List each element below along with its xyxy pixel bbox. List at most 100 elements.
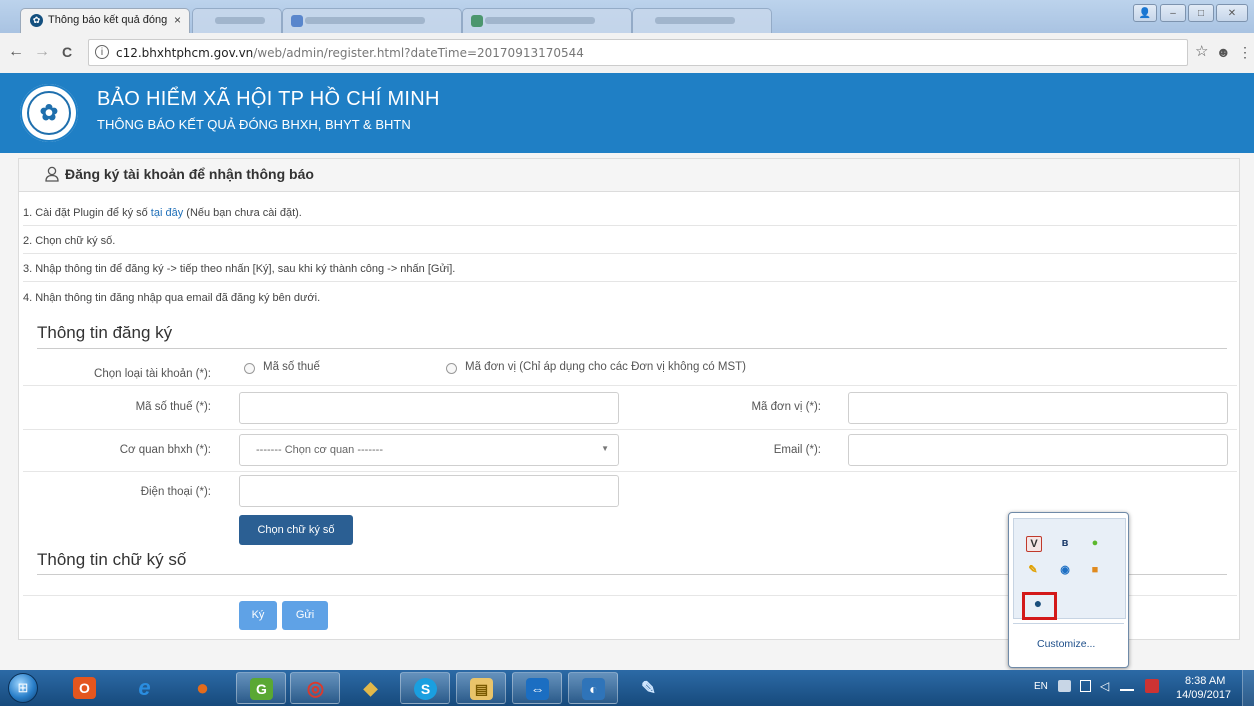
taskbar-firefox[interactable]: ● bbox=[178, 672, 228, 704]
minimize-button[interactable]: – bbox=[1160, 4, 1186, 22]
taskbar-office[interactable]: O bbox=[60, 672, 110, 704]
bluetooth-icon[interactable]: ʙ bbox=[1058, 536, 1072, 550]
tab-background-4[interactable] bbox=[632, 8, 772, 33]
unit-code-input[interactable] bbox=[848, 392, 1228, 424]
teamviewer-icon: ⇔ bbox=[526, 678, 549, 700]
step-4: 4. Nhận thông tin đăng nhập qua email đã… bbox=[23, 292, 321, 304]
phone-label: Điện thoại (*): bbox=[140, 486, 211, 498]
browser-menu-icon[interactable]: ⋮ bbox=[1238, 43, 1252, 61]
taskbar-viewer[interactable]: ◐ bbox=[568, 672, 618, 704]
network-signal-icon[interactable] bbox=[1120, 681, 1134, 691]
action-center-icon[interactable] bbox=[1145, 679, 1159, 693]
firefox-icon: ● bbox=[195, 675, 210, 700]
reload-button[interactable]: C bbox=[62, 43, 72, 61]
plugin-download-link[interactable]: tại đây bbox=[151, 207, 183, 219]
v-icon[interactable]: V bbox=[1026, 536, 1042, 552]
tab-background-2[interactable] bbox=[282, 8, 462, 33]
tab-close-icon[interactable]: × bbox=[174, 13, 181, 27]
bhxh-favicon-icon: ✿ bbox=[30, 14, 43, 27]
app-orange-icon[interactable]: ■ bbox=[1088, 563, 1102, 577]
bhxh-logo[interactable]: ✿ bbox=[20, 84, 78, 142]
account-type-label: Chọn loại tài khoản (*): bbox=[94, 368, 211, 380]
tab-background-1[interactable] bbox=[192, 8, 282, 33]
back-button[interactable]: ← bbox=[8, 43, 24, 61]
tab-background-3[interactable] bbox=[462, 8, 632, 33]
clock-time[interactable]: 8:38 AM bbox=[1185, 675, 1225, 687]
skype-icon: S bbox=[414, 678, 437, 700]
agency-select[interactable]: ------- Chọn cơ quan ------- ▼ bbox=[239, 434, 619, 466]
radio-unit-code-label: Mã đơn vị (Chỉ áp dụng cho các Đơn vị kh… bbox=[465, 361, 746, 373]
tab-blurred-title bbox=[215, 17, 265, 24]
tax-code-label: Mã số thuế (*): bbox=[135, 401, 211, 413]
email-input[interactable] bbox=[848, 434, 1228, 466]
tab-active[interactable]: ✿ Thông báo kết quả đóng × bbox=[20, 8, 190, 33]
taskbar-coccoc[interactable]: G bbox=[236, 672, 286, 704]
browser-tab-strip: ✿ Thông báo kết quả đóng × 👤 – □ ✕ bbox=[0, 0, 1254, 33]
volume-icon[interactable]: ◁ bbox=[1100, 679, 1109, 693]
row-divider bbox=[23, 385, 1237, 386]
tab-favicon-icon bbox=[471, 15, 483, 27]
panel-header: Đăng ký tài khoản để nhận thông báo bbox=[19, 159, 1239, 192]
url-text: c12.bhxhtphcm.gov.vn/web/admin/register.… bbox=[116, 46, 584, 60]
tab-blurred-title bbox=[655, 17, 735, 24]
extension-icon[interactable]: ☻ bbox=[1216, 43, 1231, 61]
language-indicator[interactable]: EN bbox=[1034, 681, 1048, 692]
forward-button[interactable]: → bbox=[34, 43, 50, 61]
section-divider bbox=[37, 348, 1227, 349]
chevron-down-icon: ▼ bbox=[601, 444, 609, 453]
sign-button[interactable]: Ký bbox=[239, 601, 277, 630]
radio-tax-code-label: Mã số thuế bbox=[263, 361, 320, 373]
evernote-icon[interactable]: ● bbox=[1088, 536, 1102, 550]
radio-tax-code[interactable] bbox=[244, 363, 255, 374]
url-path: /web/admin/register.html?dateTime=201709… bbox=[253, 46, 584, 60]
paint-icon: ✎ bbox=[640, 678, 657, 698]
site-info-icon[interactable]: i bbox=[95, 45, 109, 59]
windows-start-icon: ⊞ bbox=[8, 673, 38, 703]
maximize-button[interactable]: □ bbox=[1188, 4, 1214, 22]
signature-section-title: Thông tin chữ ký số bbox=[37, 550, 187, 569]
windows-taskbar: ⊞ O e ● G ◎ ◆ S ▤ ⇔ ◐ ✎ EN ◁ 8:38 AM 14/… bbox=[0, 670, 1254, 706]
tools-icon[interactable]: ✎ bbox=[1026, 563, 1040, 577]
step-3: 3. Nhập thông tin để đăng ký -> tiếp the… bbox=[23, 257, 1237, 282]
radio-unit-code[interactable] bbox=[446, 363, 457, 374]
site-title: BẢO HIỂM XÃ HỘI TP HỒ CHÍ MINH bbox=[97, 88, 440, 110]
tray-divider bbox=[1013, 623, 1124, 624]
tab-blurred-title bbox=[485, 17, 595, 24]
tax-code-input[interactable] bbox=[239, 392, 619, 424]
step-1: 1. Cài đặt Plugin để ký số tại đây (Nếu … bbox=[23, 201, 1237, 226]
show-hidden-icons-icon[interactable] bbox=[1058, 680, 1071, 692]
taskbar-skype[interactable]: S bbox=[400, 672, 450, 704]
coccoc-icon: G bbox=[250, 678, 273, 700]
row-divider bbox=[23, 429, 1237, 430]
row-divider bbox=[23, 471, 1237, 472]
file-explorer-icon: ▤ bbox=[470, 678, 493, 700]
taskbar-chrome[interactable]: ◎ bbox=[290, 672, 340, 704]
choose-signature-button[interactable]: Chọn chữ ký số bbox=[239, 515, 353, 545]
step-2: 2. Chọn chữ ký số. bbox=[23, 229, 1237, 254]
user-icon bbox=[45, 166, 59, 182]
unit-code-label: Mã đơn vị (*): bbox=[751, 401, 821, 413]
taskbar-teamviewer[interactable]: ⇔ bbox=[512, 672, 562, 704]
registration-section-title: Thông tin đăng ký bbox=[37, 323, 173, 342]
agency-label: Cơ quan bhxh (*): bbox=[119, 444, 211, 456]
clock-date[interactable]: 14/09/2017 bbox=[1176, 689, 1231, 701]
battery-icon[interactable] bbox=[1080, 680, 1091, 692]
send-button[interactable]: Gửi bbox=[282, 601, 328, 630]
internet-explorer-icon: e bbox=[138, 675, 151, 700]
taskbar-explorer[interactable]: ▤ bbox=[456, 672, 506, 704]
customize-link[interactable]: Customize... bbox=[1037, 638, 1095, 650]
agency-selected-value: ------- Chọn cơ quan ------- bbox=[256, 444, 383, 456]
show-desktop-button[interactable] bbox=[1242, 670, 1254, 706]
profile-button[interactable]: 👤 bbox=[1133, 4, 1157, 22]
email-label: Email (*): bbox=[773, 444, 821, 456]
step-1-suffix: (Nếu bạn chưa cài đặt). bbox=[183, 207, 302, 219]
taskbar-ie[interactable]: e bbox=[120, 672, 170, 704]
taskbar-paint[interactable]: ✎ bbox=[624, 672, 674, 704]
start-button[interactable]: ⊞ bbox=[4, 670, 42, 706]
phone-input[interactable] bbox=[239, 475, 619, 507]
teamviewer-tray-icon[interactable]: ◉ bbox=[1058, 563, 1072, 577]
taskbar-folder-share[interactable]: ◆ bbox=[346, 672, 396, 704]
address-bar[interactable]: i c12.bhxhtphcm.gov.vn/web/admin/registe… bbox=[88, 39, 1188, 66]
bookmark-star-icon[interactable]: ☆ bbox=[1195, 42, 1208, 60]
close-window-button[interactable]: ✕ bbox=[1216, 4, 1248, 22]
